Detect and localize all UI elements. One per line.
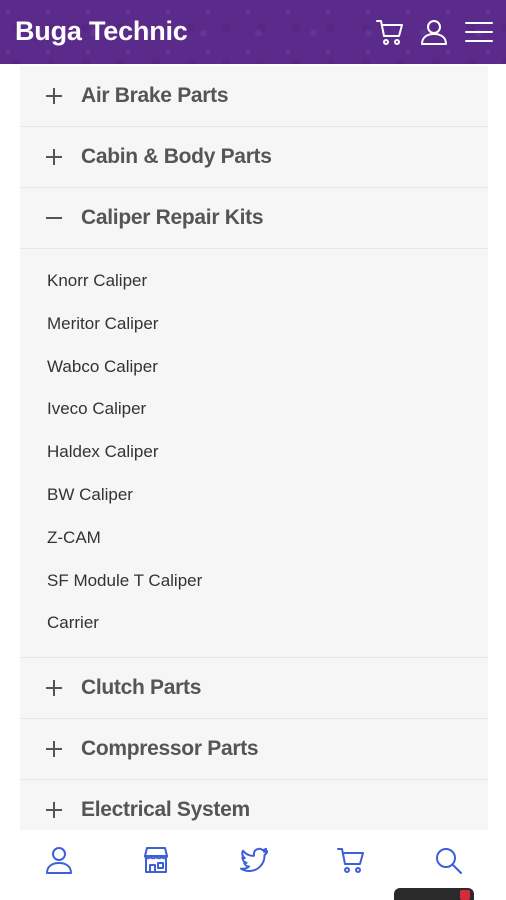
category-label: Compressor Parts bbox=[81, 737, 259, 761]
category-label: Electrical System bbox=[81, 798, 250, 822]
category-menu: Air Brake Parts Cabin & Body Parts Calip… bbox=[20, 66, 488, 830]
category-label: Clutch Parts bbox=[81, 676, 202, 700]
plus-icon bbox=[45, 148, 63, 166]
subcategory-meritor-caliper[interactable]: Meritor Caliper bbox=[20, 303, 488, 346]
minus-icon bbox=[45, 209, 63, 227]
cart-icon[interactable] bbox=[374, 16, 406, 48]
subcategory-wabco-caliper[interactable]: Wabco Caliper bbox=[20, 346, 488, 389]
category-label: Cabin & Body Parts bbox=[81, 145, 272, 168]
category-compressor-parts[interactable]: Compressor Parts bbox=[20, 719, 488, 781]
plus-icon bbox=[45, 679, 63, 697]
bottom-navigation bbox=[20, 830, 488, 892]
app-header: Buga Technic bbox=[0, 0, 506, 64]
subcategory-bw-caliper[interactable]: BW Caliper bbox=[20, 474, 488, 517]
floating-promo-fragment bbox=[394, 888, 474, 900]
store-icon[interactable] bbox=[140, 844, 172, 876]
user-icon[interactable] bbox=[418, 16, 450, 48]
menu-icon[interactable] bbox=[463, 16, 495, 48]
cart-icon[interactable] bbox=[335, 844, 367, 876]
subcategory-haldex-caliper[interactable]: Haldex Caliper bbox=[20, 431, 488, 474]
caliper-subcategory-list: Knorr Caliper Meritor Caliper Wabco Cali… bbox=[20, 249, 488, 659]
category-caliper-repair-kits[interactable]: Caliper Repair Kits bbox=[20, 188, 488, 249]
category-label: Air Brake Parts bbox=[81, 84, 229, 107]
subcategory-z-cam[interactable]: Z-CAM bbox=[20, 517, 488, 560]
twitter-icon[interactable] bbox=[238, 844, 270, 876]
subcategory-iveco-caliper[interactable]: Iveco Caliper bbox=[20, 388, 488, 431]
subcategory-carrier[interactable]: Carrier bbox=[20, 602, 488, 645]
category-cabin-body-parts[interactable]: Cabin & Body Parts bbox=[20, 127, 488, 188]
category-electrical-system[interactable]: Electrical System bbox=[20, 780, 488, 830]
brand-title: Buga Technic bbox=[15, 16, 188, 46]
plus-icon bbox=[45, 801, 63, 819]
subcategory-knorr-caliper[interactable]: Knorr Caliper bbox=[20, 260, 488, 303]
category-clutch-parts[interactable]: Clutch Parts bbox=[20, 658, 488, 720]
user-icon[interactable] bbox=[43, 844, 75, 876]
plus-icon bbox=[45, 740, 63, 758]
category-air-brake-parts[interactable]: Air Brake Parts bbox=[20, 66, 488, 127]
search-icon[interactable] bbox=[432, 844, 464, 876]
subcategory-sf-module-t-caliper[interactable]: SF Module T Caliper bbox=[20, 560, 488, 603]
category-label: Caliper Repair Kits bbox=[81, 206, 264, 229]
plus-icon bbox=[45, 87, 63, 105]
page: Buga Technic Air Brake Parts Cabin & Bod… bbox=[0, 0, 506, 900]
